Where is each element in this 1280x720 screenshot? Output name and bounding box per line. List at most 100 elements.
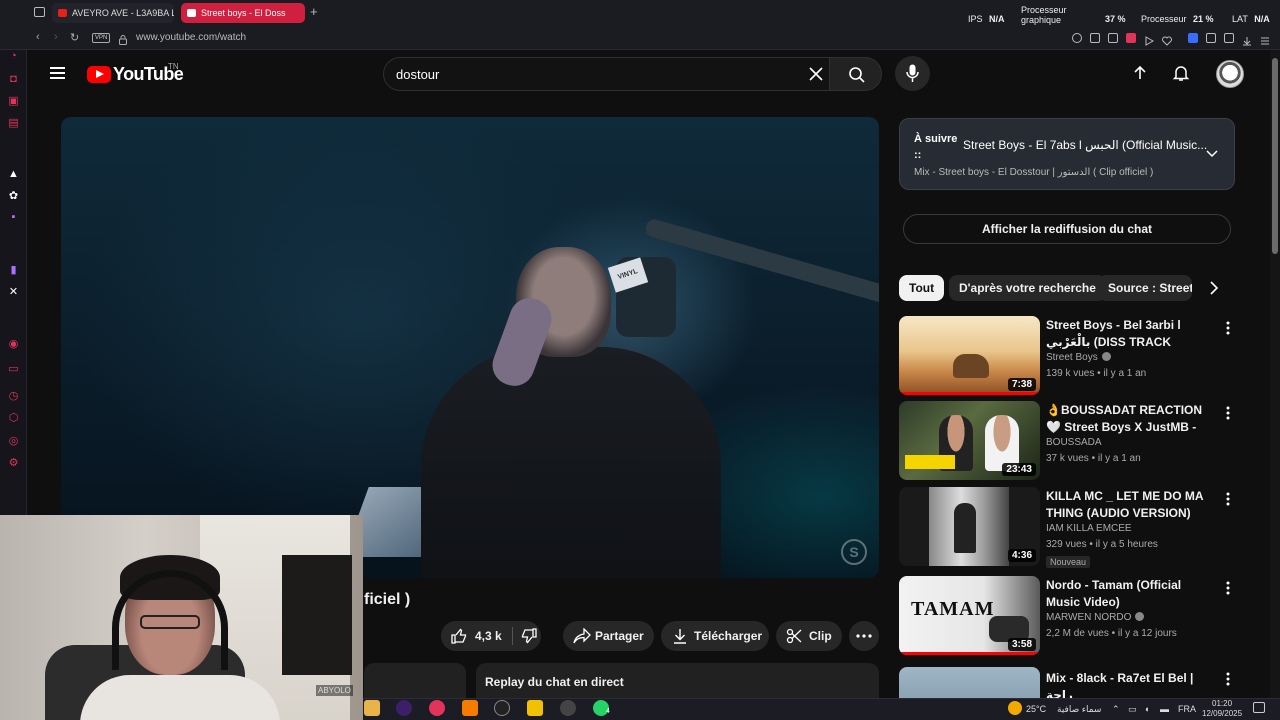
x-icon[interactable]: ✕ — [7, 286, 20, 299]
video-player[interactable]: VINYL S — [61, 117, 879, 578]
tray-chevron-up-icon[interactable]: ⌃ — [1112, 704, 1120, 715]
screenshot-icon[interactable] — [1090, 33, 1100, 43]
account-avatar[interactable] — [1216, 60, 1244, 88]
channel-name[interactable]: IAM KILLA EMCEE — [1046, 523, 1132, 534]
description-panel[interactable] — [364, 663, 466, 703]
more-vertical-icon[interactable] — [1223, 491, 1233, 507]
video-thumbnail[interactable]: 7:38 — [899, 316, 1040, 395]
chat-replay-header[interactable]: Replay du chat en direct — [476, 663, 879, 703]
search-input[interactable] — [396, 65, 786, 83]
tab-aveyro[interactable]: AVEYRO AVE - L3A9BA L — [52, 3, 174, 23]
shield-icon[interactable] — [1126, 33, 1136, 43]
download-button[interactable]: Télécharger — [661, 621, 769, 651]
notification-center-icon[interactable] — [1253, 702, 1265, 713]
clip-button[interactable]: Clip — [776, 621, 842, 651]
page-scrollbar-thumb[interactable] — [1272, 58, 1278, 254]
recommendation-item[interactable]: Mix - 8lack - Ra7et El Bel | راحة — [899, 667, 1239, 698]
dislike-button[interactable] — [513, 621, 541, 651]
chevron-right-icon[interactable] — [1206, 280, 1222, 296]
search-button[interactable] — [829, 57, 882, 91]
forward-icon[interactable]: › — [54, 31, 58, 43]
tray-battery-icon[interactable]: ▬ — [1160, 704, 1169, 714]
vlc-icon[interactable] — [462, 700, 478, 716]
download-icon[interactable] — [1242, 33, 1252, 46]
extension-blue-icon[interactable] — [1188, 33, 1198, 43]
taskbar-app-icon[interactable] — [396, 700, 412, 716]
upload-icon[interactable] — [1132, 65, 1148, 81]
channel-name[interactable]: BOUSSADA — [1046, 437, 1102, 448]
obs-icon[interactable] — [560, 700, 576, 716]
twitch-icon[interactable]: ▮ — [7, 264, 20, 277]
messenger-icon[interactable]: ◔ — [7, 50, 20, 63]
tab-street-boys[interactable]: Street boys - El Doss — [181, 3, 305, 23]
flow-icon[interactable]: ⬡ — [7, 412, 20, 425]
weather-sun-icon[interactable] — [1008, 701, 1022, 715]
opera-gx-icon[interactable] — [429, 700, 445, 716]
vpn-badge[interactable]: VPN — [92, 33, 111, 43]
hamburger-menu-icon[interactable] — [50, 67, 65, 79]
recommendation-item[interactable]: 4:36 KILLA MC _ LET ME DO MA THING (AUDI… — [899, 487, 1239, 569]
menu-icon[interactable] — [1260, 33, 1270, 45]
player-icon[interactable]: ◉ — [7, 338, 20, 351]
weather-description[interactable]: سماء صافية — [1057, 704, 1101, 715]
chevron-down-icon[interactable] — [1206, 147, 1218, 159]
recommendation-item[interactable]: 7:38 Street Boys - Bel 3arbi l بالْعَرْب… — [899, 316, 1239, 398]
zoom-icon[interactable] — [1072, 33, 1082, 43]
chip-source[interactable]: Source : Street — [1098, 275, 1192, 301]
rockstar-icon[interactable] — [527, 700, 543, 716]
puzzle-icon[interactable] — [1206, 33, 1216, 43]
video-title[interactable]: Street Boys - Bel 3arbi l بالْعَرْبي (DI… — [1046, 317, 1211, 351]
url-field[interactable]: www.youtube.com/watch — [136, 32, 246, 43]
recommendation-item[interactable]: 23:43 👌BOUSSADAT REACTION 🤍 Street Boys … — [899, 401, 1239, 483]
cs-icon[interactable]: ▪ — [7, 211, 20, 224]
instagram-icon[interactable]: ◘ — [7, 73, 20, 86]
video-thumbnail[interactable]: TAMAM 3:58 — [899, 576, 1040, 655]
reload-icon[interactable]: ↻ — [70, 31, 79, 44]
clock[interactable]: 01:20 12/09/2025 — [1202, 699, 1242, 719]
settings-icon[interactable]: ⚙ — [7, 457, 20, 470]
more-vertical-icon[interactable] — [1223, 405, 1233, 421]
clock-icon[interactable]: ◷ — [7, 390, 20, 403]
close-icon[interactable] — [807, 65, 825, 83]
tab-overview-icon[interactable] — [34, 7, 45, 17]
video-title[interactable]: 👌BOUSSADAT REACTION 🤍 Street Boys X Just… — [1046, 402, 1211, 436]
more-vertical-icon[interactable] — [1223, 671, 1233, 687]
up-next-card[interactable]: À suivre :: Street Boys - El 7abs l الحب… — [899, 118, 1235, 190]
video-thumbnail[interactable]: 23:43 — [899, 401, 1040, 480]
tray-volume-icon[interactable]: ◖ — [1144, 704, 1149, 714]
video-thumbnail[interactable] — [899, 667, 1040, 698]
video-thumbnail[interactable]: 4:36 — [899, 487, 1040, 566]
recommendation-item[interactable]: TAMAM 3:58 Nordo - Tamam (Official Music… — [899, 576, 1239, 658]
channel-name[interactable]: MARWEN NORDO — [1046, 612, 1145, 623]
new-tab-button[interactable]: + — [310, 4, 318, 19]
media-player-icon[interactable] — [494, 700, 510, 716]
video-title[interactable]: Mix - 8lack - Ra7et El Bel | راحة — [1046, 670, 1211, 698]
show-chat-replay-button[interactable]: Afficher la rediffusion du chat — [903, 214, 1231, 244]
back-icon[interactable]: ‹ — [36, 31, 40, 43]
share-button[interactable]: Partager — [563, 621, 654, 651]
more-actions-button[interactable] — [849, 621, 879, 651]
voice-search-button[interactable] — [895, 56, 930, 91]
weather-temp[interactable]: 25°C — [1026, 704, 1046, 714]
chatgpt-icon[interactable]: ✿ — [7, 190, 20, 203]
play-icon[interactable] — [1144, 33, 1155, 46]
youtube-logo-icon[interactable] — [87, 66, 111, 83]
file-explorer-icon[interactable] — [364, 700, 380, 716]
channel-watermark-icon[interactable]: S — [841, 539, 867, 565]
mail-icon[interactable]: ▣ — [7, 95, 20, 108]
channel-name[interactable]: Street Boys — [1046, 352, 1111, 363]
sidebar-pinned-icon[interactable]: ◎ — [7, 435, 20, 448]
chip-from-search[interactable]: D'après votre recherche — [949, 275, 1106, 301]
more-vertical-icon[interactable] — [1223, 320, 1233, 336]
cube-icon[interactable] — [1108, 33, 1118, 43]
like-button[interactable]: 4,3 k — [441, 621, 512, 651]
notifications-bell-icon[interactable] — [1172, 64, 1190, 82]
tray-network-icon[interactable]: ▭ — [1128, 704, 1137, 715]
heart-icon[interactable] — [1162, 33, 1172, 46]
video-title[interactable]: Nordo - Tamam (Official Music Video) — [1046, 577, 1211, 611]
more-vertical-icon[interactable] — [1223, 580, 1233, 596]
chip-all[interactable]: Tout — [899, 275, 945, 301]
history-icon[interactable]: ▤ — [7, 117, 20, 130]
snapshot-icon[interactable] — [1224, 33, 1234, 43]
video-title[interactable]: KILLA MC _ LET ME DO MA THING (AUDIO VER… — [1046, 488, 1211, 522]
